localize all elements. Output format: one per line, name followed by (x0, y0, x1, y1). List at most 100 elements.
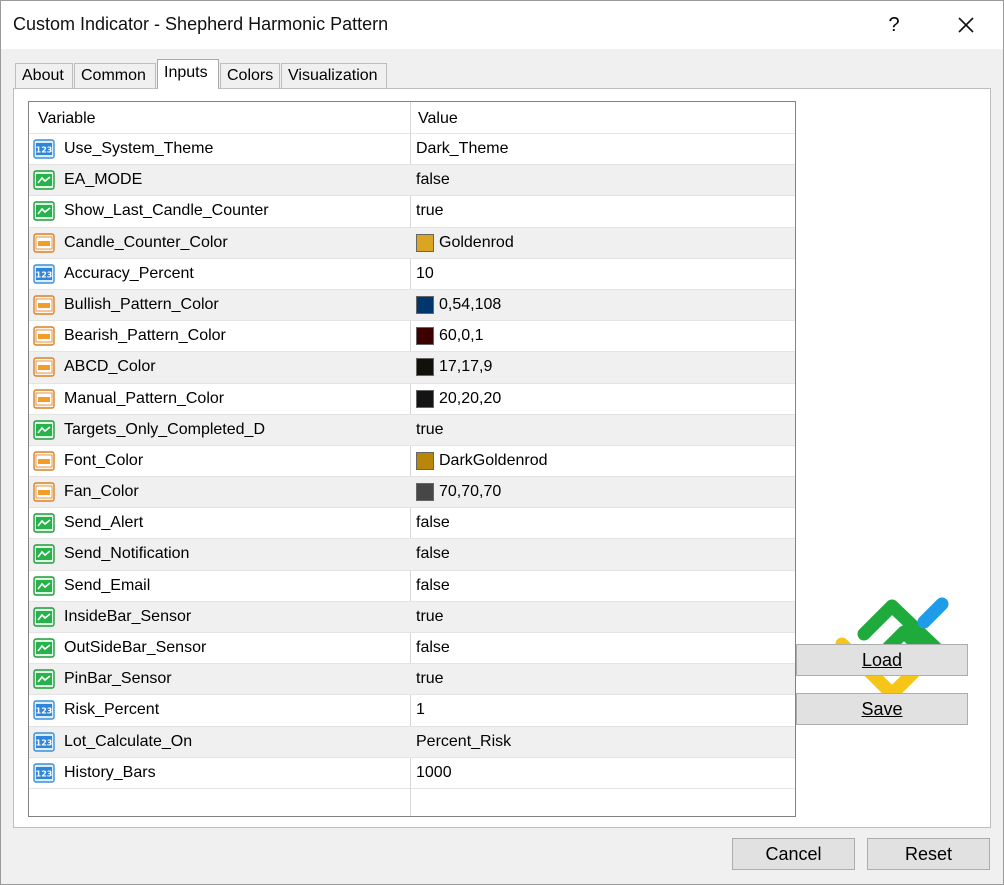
variable-value-text: 60,0,1 (439, 327, 484, 345)
boolean-icon (33, 169, 55, 191)
color-icon (33, 325, 55, 347)
variable-value[interactable]: Goldenrod (416, 233, 514, 252)
numeric-icon: 123 (33, 263, 55, 285)
table-row[interactable]: Fan_Color 70,70,70 (29, 477, 795, 509)
table-row[interactable]: 123 Risk_Percent 1 (29, 695, 795, 727)
table-row[interactable]: Candle_Counter_Color Goldenrod (29, 227, 795, 259)
tab-about[interactable]: About (15, 63, 73, 89)
close-icon (958, 17, 974, 33)
save-button[interactable]: Save (796, 693, 968, 725)
title-bar: Custom Indicator - Shepherd Harmonic Pat… (1, 1, 1003, 49)
variable-value[interactable]: false (416, 171, 450, 189)
variable-value[interactable]: 10 (416, 265, 434, 283)
table-row[interactable]: Send_Email false (29, 571, 795, 602)
table-row[interactable]: Send_Notification false (29, 539, 795, 571)
variable-value[interactable]: 20,20,20 (416, 389, 502, 408)
color-swatch[interactable] (416, 327, 434, 346)
table-row[interactable]: 123 Accuracy_Percent 10 (29, 259, 795, 290)
variable-value-text: false (416, 171, 450, 189)
variable-value-text: 1 (416, 701, 425, 719)
tab-inputs[interactable]: Inputs (157, 59, 219, 89)
variable-name: History_Bars (64, 763, 156, 781)
variable-value-text: 1000 (416, 763, 452, 781)
variable-value[interactable]: Dark_Theme (416, 140, 508, 158)
tab-common[interactable]: Common (74, 63, 156, 89)
table-row[interactable]: EA_MODE false (29, 165, 795, 197)
variable-value[interactable]: false (416, 577, 450, 595)
cancel-button[interactable]: Cancel (732, 838, 855, 870)
close-button[interactable] (943, 7, 989, 43)
numeric-icon: 123 (33, 138, 55, 160)
table-row[interactable]: Manual_Pattern_Color 20,20,20 (29, 384, 795, 415)
svg-text:123: 123 (36, 146, 53, 155)
table-row[interactable]: 123 Lot_Calculate_On Percent_Risk (29, 726, 795, 758)
variable-value[interactable]: true (416, 202, 444, 220)
variable-value[interactable]: 17,17,9 (416, 358, 492, 377)
help-button[interactable]: ? (871, 7, 917, 43)
tab-colors[interactable]: Colors (220, 63, 280, 89)
variable-value[interactable]: 1000 (416, 764, 452, 782)
table-row[interactable]: PinBar_Sensor true (29, 664, 795, 696)
color-icon (33, 450, 55, 472)
variable-name: Send_Alert (64, 514, 144, 532)
boolean-icon (33, 543, 55, 565)
variable-value[interactable]: 1 (416, 701, 425, 719)
table-row[interactable]: Bearish_Pattern_Color 60,0,1 (29, 321, 795, 353)
variable-value[interactable]: 60,0,1 (416, 327, 484, 346)
reset-button[interactable]: Reset (867, 838, 990, 870)
svg-text:123: 123 (36, 769, 53, 778)
variable-value-text: Goldenrod (439, 233, 514, 251)
variable-name: Send_Notification (64, 545, 190, 563)
variable-value[interactable]: false (416, 639, 450, 657)
variable-value[interactable]: DarkGoldenrod (416, 451, 548, 470)
variable-name: Risk_Percent (64, 701, 160, 719)
variable-value[interactable]: false (416, 545, 450, 563)
variable-value-text: 20,20,20 (439, 389, 502, 407)
color-icon (33, 356, 55, 378)
variable-value[interactable]: 70,70,70 (416, 483, 501, 502)
variable-value-text: 10 (416, 264, 434, 282)
tab-visualization[interactable]: Visualization (281, 63, 387, 89)
variable-name: Bearish_Pattern_Color (64, 327, 226, 345)
color-swatch[interactable] (416, 483, 434, 502)
table-row[interactable]: Font_Color DarkGoldenrod (29, 446, 795, 478)
column-header-value[interactable]: Value (418, 110, 458, 128)
color-swatch[interactable] (416, 295, 434, 314)
table-row[interactable]: Bullish_Pattern_Color 0,54,108 (29, 289, 795, 322)
variable-name: PinBar_Sensor (64, 670, 172, 688)
color-icon (33, 294, 55, 316)
variable-value-text: Percent_Risk (416, 732, 512, 750)
column-header-variable[interactable]: Variable (38, 110, 96, 128)
color-swatch[interactable] (416, 233, 434, 252)
inputs-grid[interactable]: Variable Value 123 Use_System_Theme Dark_… (28, 101, 796, 817)
variable-name: Show_Last_Candle_Counter (64, 202, 269, 220)
numeric-icon: 123 (33, 731, 55, 753)
variable-value-text: DarkGoldenrod (439, 451, 548, 469)
color-swatch[interactable] (416, 451, 434, 470)
table-row[interactable]: Show_Last_Candle_Counter true (29, 196, 795, 228)
color-swatch[interactable] (416, 358, 434, 377)
variable-value[interactable]: false (416, 514, 450, 532)
table-row[interactable]: Send_Alert false (29, 508, 795, 540)
variable-value[interactable]: true (416, 670, 444, 688)
boolean-icon (33, 575, 55, 597)
table-row[interactable]: 123 Use_System_Theme Dark_Theme (29, 134, 795, 166)
variable-name: Candle_Counter_Color (64, 233, 228, 251)
variable-name: InsideBar_Sensor (64, 607, 192, 625)
variable-value[interactable]: true (416, 608, 444, 626)
table-row[interactable]: Targets_Only_Completed_D true (29, 414, 795, 446)
variable-name: Targets_Only_Completed_D (64, 420, 265, 438)
table-row[interactable]: ABCD_Color 17,17,9 (29, 352, 795, 384)
table-row[interactable]: InsideBar_Sensor true (29, 601, 795, 633)
color-swatch[interactable] (416, 389, 434, 408)
table-row[interactable]: 123 History_Bars 1000 (29, 758, 795, 789)
variable-value[interactable]: Percent_Risk (416, 733, 511, 751)
variable-value[interactable]: true (416, 421, 444, 439)
load-button[interactable]: Load (796, 644, 968, 676)
variable-name: Accuracy_Percent (64, 264, 194, 282)
variable-value-text: true (416, 202, 444, 220)
variable-value[interactable]: 0,54,108 (416, 295, 501, 314)
boolean-icon (33, 512, 55, 534)
variable-name: Manual_Pattern_Color (64, 389, 225, 407)
table-row[interactable]: OutSideBar_Sensor false (29, 633, 795, 665)
